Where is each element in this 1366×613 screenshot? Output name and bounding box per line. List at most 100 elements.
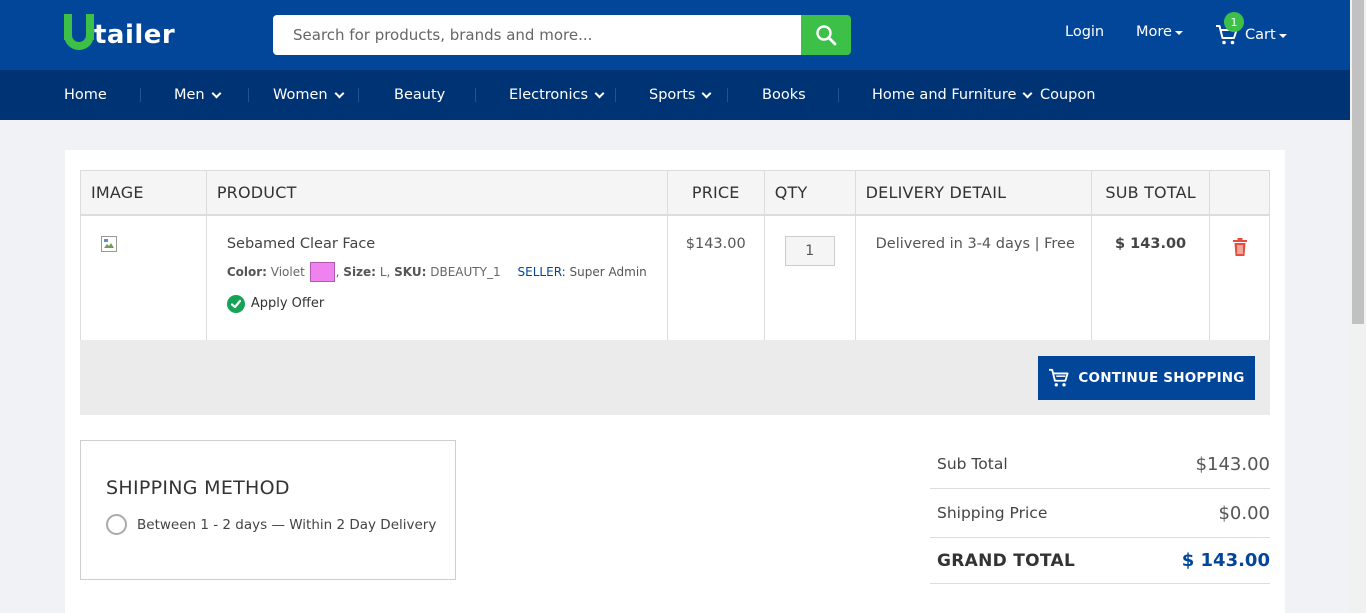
col-header-delivery: DELIVERY DETAIL xyxy=(854,170,1093,216)
col-header-product: PRODUCT xyxy=(205,170,668,216)
nav-item-electronics[interactable]: Electronics xyxy=(509,70,605,120)
nav-label: Books xyxy=(762,87,806,103)
category-nav: Home Men Women Beauty Electronics Sports… xyxy=(0,70,1350,120)
nav-divider xyxy=(615,88,616,102)
shipping-method-box: SHIPPING METHOD Between 1 - 2 days — Wit… xyxy=(80,440,456,580)
nav-item-beauty[interactable]: Beauty xyxy=(394,70,445,120)
qty-cell xyxy=(763,214,856,341)
nav-divider xyxy=(358,88,359,102)
cart-icon-wrap: 1 xyxy=(1215,12,1244,46)
table-header-row: IMAGE PRODUCT PRICE QTY DELIVERY DETAIL … xyxy=(80,170,1270,216)
size-value: L xyxy=(379,264,387,279)
seller-label: SELLER: xyxy=(517,264,566,279)
col-header-price: PRICE xyxy=(666,170,765,216)
nav-divider xyxy=(475,88,476,102)
shipping-title: SHIPPING METHOD xyxy=(106,477,290,499)
cart-icon xyxy=(1049,368,1069,387)
delivery-cell: Delivered in 3-4 days | Free xyxy=(854,214,1093,341)
price-cell: $143.00 xyxy=(666,214,765,341)
chevron-down-icon xyxy=(594,88,605,98)
color-label: Color: xyxy=(226,264,267,279)
apply-offer-link[interactable]: Apply Offer xyxy=(226,294,647,313)
nav-item-coupon[interactable]: Coupon xyxy=(1040,70,1095,120)
nav-item-home[interactable]: Home xyxy=(64,70,107,120)
nav-label: Men xyxy=(174,87,205,103)
nav-label: Women xyxy=(273,87,328,103)
trash-icon[interactable] xyxy=(1232,237,1247,256)
sku-value: DBEAUTY_1 xyxy=(430,264,501,279)
search-input[interactable] xyxy=(273,15,801,55)
nav-item-sports[interactable]: Sports xyxy=(649,70,712,120)
nav-divider xyxy=(140,88,141,102)
actions-cell xyxy=(1209,214,1270,341)
shipping-price-label: Shipping Price xyxy=(937,504,1048,522)
shipping-price-value: $0.00 xyxy=(1218,502,1270,524)
continue-shopping-label: CONTINUE SHOPPING xyxy=(1078,370,1245,386)
nav-item-women[interactable]: Women xyxy=(273,70,345,120)
cart-table: IMAGE PRODUCT PRICE QTY DELIVERY DETAIL … xyxy=(80,170,1270,341)
subtotal-cell: $ 143.00 xyxy=(1091,214,1211,341)
continue-shopping-button[interactable]: CONTINUE SHOPPING xyxy=(1038,356,1255,400)
size-label: Size: xyxy=(343,264,376,279)
seller-info: SELLER: Super Admin xyxy=(518,265,647,279)
table-row: Sebamed Clear Face Color: Violet , Size:… xyxy=(80,214,1270,341)
page-scrollbar[interactable] xyxy=(1350,0,1366,613)
grand-total-row: GRAND TOTAL $ 143.00 xyxy=(930,538,1270,584)
check-circle-icon xyxy=(226,294,245,313)
broken-image-icon[interactable] xyxy=(101,235,117,252)
color-swatch xyxy=(309,261,335,282)
nav-label: Electronics xyxy=(509,87,589,103)
login-link[interactable]: Login xyxy=(1065,24,1104,40)
cart-dropdown[interactable]: 1 Cart xyxy=(1215,12,1287,46)
product-info-cell: Sebamed Clear Face Color: Violet , Size:… xyxy=(205,214,668,341)
subtotal-label: Sub Total xyxy=(937,455,1008,473)
cart-count-badge: 1 xyxy=(1224,12,1244,32)
nav-label: Home xyxy=(64,87,107,103)
top-header: tailer Login More 1 Cart xyxy=(0,0,1350,70)
search-button[interactable] xyxy=(801,15,851,55)
col-header-subtotal: SUB TOTAL xyxy=(1091,170,1211,216)
nav-label: Home and Furniture xyxy=(872,87,1017,103)
nav-label: Beauty xyxy=(394,87,446,103)
order-totals: Sub Total $143.00 Shipping Price $0.00 G… xyxy=(930,440,1270,584)
nav-divider xyxy=(838,88,839,102)
product-name[interactable]: Sebamed Clear Face xyxy=(227,236,647,252)
chevron-down-icon xyxy=(702,88,712,98)
nav-item-books[interactable]: Books xyxy=(762,70,806,120)
shipping-option-label: Between 1 - 2 days — Within 2 Day Delive… xyxy=(137,516,437,533)
site-logo[interactable]: tailer xyxy=(64,14,175,50)
grand-total-value: $ 143.00 xyxy=(1181,550,1270,571)
col-header-image: IMAGE xyxy=(80,170,207,216)
grand-total-label: GRAND TOTAL xyxy=(937,550,1076,571)
seller-value: Super Admin xyxy=(569,264,647,279)
nav-label: Sports xyxy=(649,87,696,103)
shipping-price-row: Shipping Price $0.00 xyxy=(930,489,1270,538)
login-label: Login xyxy=(1065,24,1105,40)
nav-item-home-furniture[interactable]: Home and Furniture xyxy=(872,70,1033,120)
logo-text: tailer xyxy=(94,20,176,50)
product-image-cell xyxy=(80,214,207,341)
chevron-down-icon xyxy=(1022,88,1033,98)
col-header-qty: QTY xyxy=(763,170,856,216)
subtotal-value: $143.00 xyxy=(1195,453,1270,475)
caret-down-icon xyxy=(1174,31,1183,35)
scrollbar-thumb[interactable] xyxy=(1352,0,1364,324)
chevron-down-icon xyxy=(334,88,345,98)
product-meta: Color: Violet , Size: L, SKU: DBEAUTY_1 … xyxy=(226,261,647,282)
chevron-down-icon xyxy=(211,88,222,98)
caret-down-icon xyxy=(1278,34,1287,38)
quantity-input[interactable] xyxy=(784,235,835,266)
shipping-radio[interactable] xyxy=(106,514,127,535)
logo-u-mark xyxy=(64,14,94,50)
sku-label: SKU: xyxy=(394,264,427,279)
more-dropdown[interactable]: More xyxy=(1136,24,1183,40)
shipping-option[interactable]: Between 1 - 2 days — Within 2 Day Delive… xyxy=(106,514,436,535)
col-header-actions xyxy=(1209,170,1270,216)
search-bar xyxy=(273,15,851,55)
nav-item-men[interactable]: Men xyxy=(174,70,222,120)
nav-divider xyxy=(727,88,728,102)
apply-offer-label: Apply Offer xyxy=(250,296,325,311)
color-value: Violet xyxy=(270,264,305,279)
cart-label: Cart xyxy=(1245,27,1276,43)
more-label: More xyxy=(1136,24,1172,40)
